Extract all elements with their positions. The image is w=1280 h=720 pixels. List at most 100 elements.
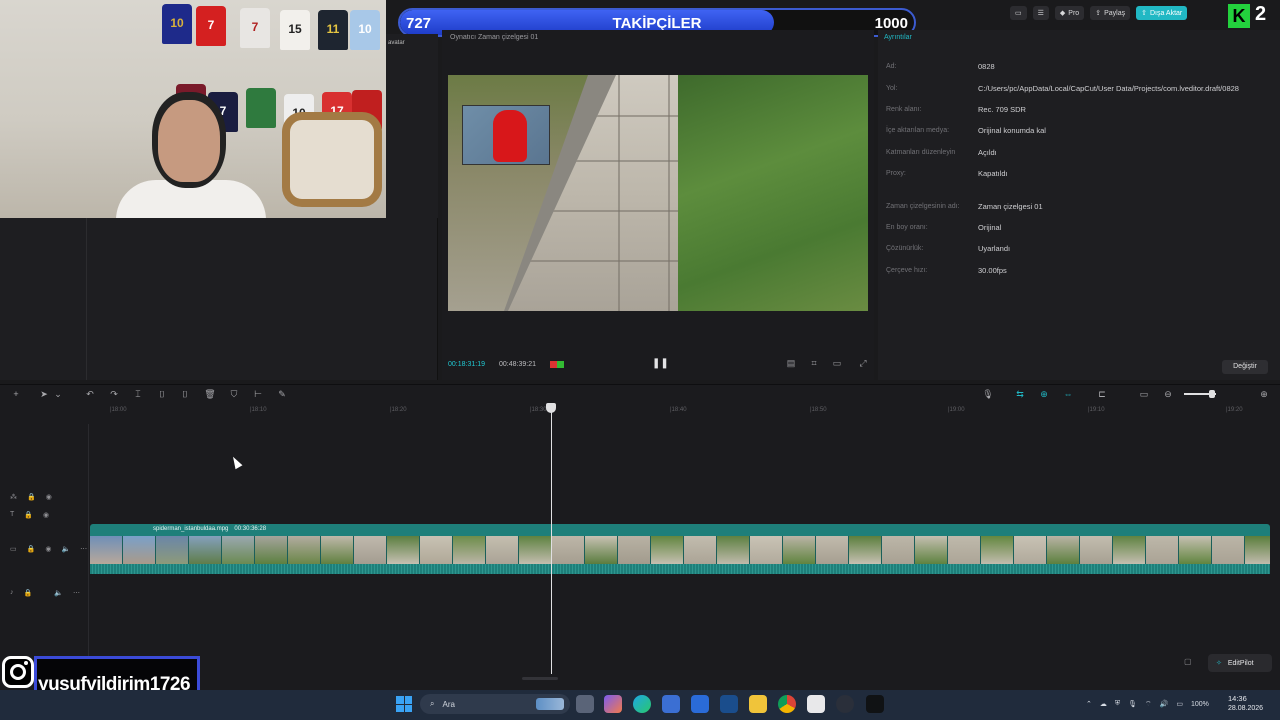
chair bbox=[282, 112, 382, 207]
chevron-down-icon[interactable]: ⌄ bbox=[52, 388, 64, 400]
export-button[interactable]: ⇧ Dışa Aktar bbox=[1136, 6, 1188, 20]
speaker-icon[interactable]: 🔈 bbox=[61, 545, 70, 553]
task-view-icon[interactable] bbox=[576, 695, 594, 713]
redo-icon[interactable]: ↷ bbox=[108, 388, 120, 400]
prop-value-resolution: Uyarlandı bbox=[978, 244, 1011, 253]
lock-icon[interactable]: 🔒 bbox=[24, 511, 33, 519]
export-label: Dışa Aktar bbox=[1149, 9, 1183, 17]
clip-thumbnails bbox=[90, 536, 1270, 564]
volume-icon[interactable]: 🔊 bbox=[1160, 700, 1169, 708]
eye-icon[interactable]: ◉ bbox=[46, 493, 52, 501]
overlay-video-thumbnail[interactable] bbox=[462, 105, 550, 165]
export-icon: ⇧ bbox=[1141, 10, 1147, 17]
zoom-slider-handle[interactable] bbox=[1209, 390, 1215, 398]
zoom-in-icon[interactable]: ⊕ bbox=[1258, 388, 1270, 400]
pen-icon[interactable]: ✎ bbox=[276, 388, 288, 400]
comment-icon[interactable]: ▢ bbox=[1184, 657, 1198, 669]
select-tool-icon[interactable]: ➤ bbox=[38, 388, 50, 400]
total-time: 00:48:39:21 bbox=[499, 361, 536, 368]
preview-axis-icon[interactable]: ⊏ bbox=[1096, 388, 1108, 400]
copilot-icon[interactable] bbox=[604, 695, 622, 713]
prop-label-timeline-name: Zaman çizelgesinin adı: bbox=[886, 203, 960, 210]
pro-button[interactable]: ◆ Pro bbox=[1054, 6, 1085, 20]
prop-value-proxy: Kapatıldı bbox=[978, 169, 1008, 178]
store-icon[interactable] bbox=[662, 695, 680, 713]
audio-meter-icon bbox=[550, 361, 564, 368]
chevron-up-icon[interactable]: ⌃ bbox=[1086, 700, 1092, 708]
change-button[interactable]: Değiştir bbox=[1222, 360, 1268, 374]
eye-icon[interactable]: ◉ bbox=[43, 511, 49, 519]
trim-left-icon[interactable]: ⌷ bbox=[156, 388, 168, 400]
ruler-tick: |18:40 bbox=[670, 407, 687, 413]
defender-icon[interactable]: ⛨ bbox=[1115, 700, 1120, 708]
speaker-icon[interactable]: 🔈 bbox=[54, 589, 63, 597]
more-icon[interactable]: ⋯ bbox=[73, 589, 80, 597]
mic-icon[interactable]: 🎙 bbox=[1128, 700, 1137, 708]
split-icon[interactable]: ⌶ bbox=[132, 388, 144, 400]
windows-start-icon[interactable] bbox=[396, 696, 412, 712]
share-button[interactable]: ⇪ Paylaş bbox=[1090, 6, 1131, 20]
lock-icon[interactable]: 🔒 bbox=[27, 493, 36, 501]
onedrive-icon[interactable]: ☁ bbox=[1100, 700, 1107, 708]
zoom-out-icon[interactable]: ⊖ bbox=[1162, 388, 1174, 400]
instagram-icon-dot bbox=[24, 661, 28, 665]
chrome-icon[interactable] bbox=[778, 695, 796, 713]
microphone-icon[interactable]: 🎙 bbox=[982, 388, 994, 400]
track-controls-video: ▭ 🔒 ◉ 🔈 ⋯ bbox=[10, 545, 87, 553]
current-time: 00:18:31:19 bbox=[448, 361, 485, 368]
jersey-decor: 7 bbox=[196, 6, 226, 46]
delete-icon[interactable]: 🗑 bbox=[204, 388, 216, 400]
playhead[interactable] bbox=[551, 404, 552, 674]
webcam-overlay: 10 7 7 15 11 10 23 7 10 17 bbox=[0, 0, 386, 218]
prop-value-frame-rate: 30.00fps bbox=[978, 266, 1007, 275]
add-icon[interactable]: + bbox=[10, 388, 22, 400]
audio-track-icon: ♪ bbox=[10, 589, 14, 596]
fullscreen-icon[interactable]: ⤢ bbox=[856, 358, 870, 370]
timeline-scrollbar[interactable] bbox=[522, 677, 558, 680]
battery-icon[interactable]: ▭ bbox=[1176, 700, 1183, 708]
clock-date[interactable]: 28.08.2026 bbox=[1228, 705, 1263, 712]
more-icon[interactable]: ⋯ bbox=[80, 545, 87, 553]
track-divider bbox=[88, 424, 89, 684]
lock-icon[interactable]: 🔒 bbox=[27, 545, 36, 553]
playhead-handle[interactable] bbox=[546, 403, 556, 413]
clock-time[interactable]: 14:36 bbox=[1228, 694, 1247, 703]
pro-label: Pro bbox=[1068, 9, 1080, 17]
eye-icon[interactable]: ◉ bbox=[45, 545, 51, 553]
editpilot-icon: ✧ bbox=[1216, 660, 1222, 667]
shield-icon[interactable]: ⛉ bbox=[228, 388, 240, 400]
obs-icon[interactable] bbox=[836, 695, 854, 713]
search-placeholder: Ara bbox=[442, 699, 455, 709]
lock-icon[interactable]: 🔒 bbox=[24, 589, 33, 597]
person-face bbox=[158, 100, 220, 182]
crop-icon[interactable]: ⌗ bbox=[807, 358, 821, 370]
menu-button[interactable]: ☰ bbox=[1032, 6, 1049, 20]
edge-icon[interactable] bbox=[633, 695, 651, 713]
video-preview[interactable] bbox=[448, 75, 868, 311]
share-label: Paylaş bbox=[1104, 9, 1126, 17]
editpilot-button[interactable]: ✧ EditPilot bbox=[1208, 654, 1272, 672]
folder-icon[interactable] bbox=[749, 695, 767, 713]
subtitle-icon[interactable]: ▤ bbox=[784, 358, 798, 370]
taskbar-search[interactable]: ⌕ Ara bbox=[420, 694, 570, 714]
wifi-icon[interactable]: ⌔ bbox=[1145, 700, 1152, 709]
ratio-icon[interactable]: ▭ bbox=[830, 358, 844, 370]
calculator-icon[interactable] bbox=[720, 695, 738, 713]
captions-icon[interactable]: ▭ bbox=[1138, 388, 1150, 400]
magnet-icon[interactable]: ⊕ bbox=[1038, 388, 1050, 400]
jersey-decor: 10 bbox=[162, 4, 192, 44]
trim-right-icon[interactable]: ⌷ bbox=[179, 388, 191, 400]
undo-icon[interactable]: ↶ bbox=[84, 388, 96, 400]
pause-button[interactable]: ❚❚ bbox=[652, 358, 669, 370]
snap-icon[interactable]: ⇔ bbox=[1062, 388, 1074, 400]
text-icon: T bbox=[10, 511, 15, 518]
link-icon[interactable]: ⇆ bbox=[1014, 388, 1026, 400]
list-icon: ☰ bbox=[1037, 10, 1044, 17]
jersey-decor: 11 bbox=[318, 10, 348, 50]
dropbox-icon[interactable] bbox=[691, 695, 709, 713]
epic-games-icon[interactable] bbox=[866, 695, 884, 713]
freeze-icon[interactable]: ⊢ bbox=[252, 388, 264, 400]
layout-button[interactable]: ▭ bbox=[1010, 6, 1027, 20]
details-tab[interactable]: Ayrıntılar bbox=[884, 34, 912, 41]
capcut-icon[interactable] bbox=[807, 695, 825, 713]
